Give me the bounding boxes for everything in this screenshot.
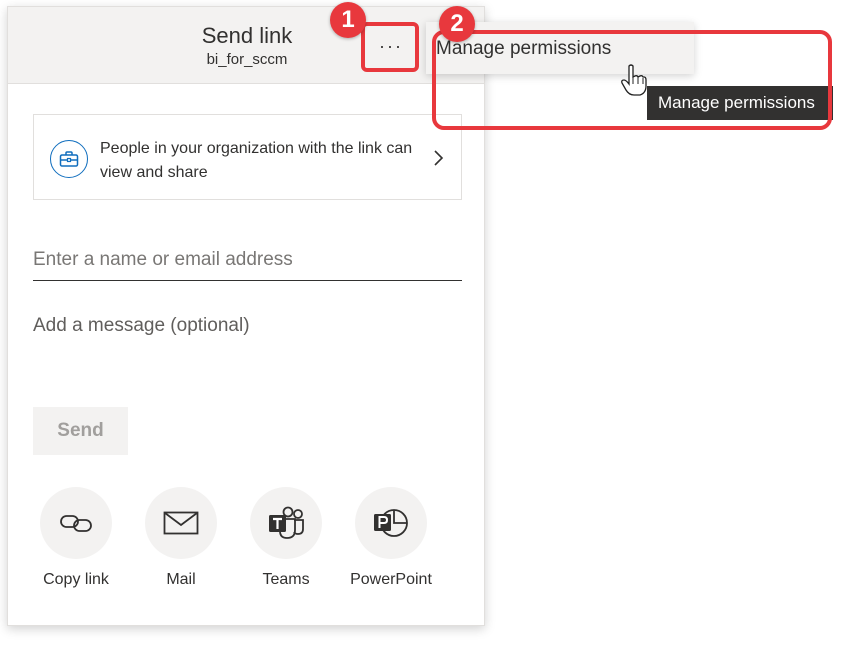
briefcase-icon: [50, 140, 88, 178]
message-input[interactable]: [33, 315, 462, 385]
teams-icon: [269, 506, 304, 539]
callout-highlight-2: [432, 30, 832, 130]
powerpoint-label: PowerPoint: [350, 571, 432, 588]
callout-badge-2: 2: [439, 6, 475, 42]
briefcase-icon-svg: [59, 151, 79, 167]
recipient-input[interactable]: [33, 239, 462, 281]
mail-option[interactable]: Mail: [136, 487, 226, 589]
send-link-dialog: Send link bi_for_sccm ··· People in your…: [7, 6, 485, 626]
mail-circle: [145, 487, 217, 559]
copy-link-option[interactable]: Copy link: [31, 487, 121, 589]
callout-highlight-1: [361, 22, 419, 72]
callout-badge-1: 1: [330, 2, 366, 38]
link-settings-text: People in your organization with the lin…: [100, 140, 413, 181]
send-button[interactable]: Send: [33, 407, 128, 455]
mail-label: Mail: [166, 571, 196, 588]
chevron-right-icon: [434, 150, 444, 166]
mail-icon: [163, 511, 199, 535]
copy-link-circle: [40, 487, 112, 559]
powerpoint-option[interactable]: PowerPoint: [346, 487, 436, 589]
link-icon: [60, 515, 92, 532]
teams-circle: [250, 487, 322, 559]
teams-label: Teams: [262, 571, 310, 588]
powerpoint-circle: [355, 487, 427, 559]
copy-link-label: Copy link: [43, 571, 109, 588]
powerpoint-icon: [374, 509, 408, 537]
link-settings-button[interactable]: People in your organization with the lin…: [33, 114, 462, 200]
teams-option[interactable]: Teams: [241, 487, 331, 589]
